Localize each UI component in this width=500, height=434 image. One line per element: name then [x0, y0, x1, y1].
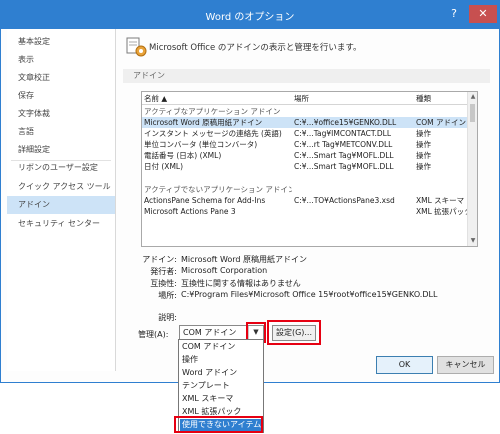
- highlight-frame-disabled-items: [174, 416, 263, 433]
- help-button[interactable]: ?: [443, 5, 465, 23]
- table-cell: C:¥...Smart Tag¥MOFL.DLL: [294, 151, 394, 160]
- detail-value-publisher: Microsoft Corporation: [181, 266, 268, 275]
- table-cell[interactable]: ActionsPane Schema for Add-Ins: [144, 195, 292, 206]
- manage-label: 管理(A):: [138, 330, 169, 339]
- sidebar-item-language[interactable]: 言語: [7, 123, 115, 141]
- table-cell: C:¥...rt Tag¥METCONV.DLL: [294, 140, 393, 149]
- scrollbar-thumb[interactable]: [470, 104, 475, 122]
- table-cell: 操作: [416, 162, 431, 171]
- highlight-frame-go-button: [267, 320, 321, 345]
- dropdown-option-word-addins[interactable]: Word アドイン: [180, 367, 262, 379]
- table-cell: C:¥...Tag¥IMCONTACT.DLL: [294, 129, 392, 138]
- detail-label-publisher: 発行者:: [150, 267, 177, 276]
- addins-list[interactable]: 名前 ▲ 場所 種類 アクティブなアプリケーション アドイン Microsoft…: [141, 91, 478, 247]
- table-cell: C:¥...Smart Tag¥MOFL.DLL: [294, 162, 394, 171]
- sidebar-item-customize-ribbon[interactable]: リボンのユーザー設定: [7, 159, 115, 177]
- detail-value-addin: Microsoft Word 原稿用紙アドイン: [181, 255, 308, 264]
- vertical-scrollbar[interactable]: ▲ ▼: [467, 92, 477, 246]
- dropdown-option-actions[interactable]: 操作: [180, 354, 262, 366]
- table-cell[interactable]: 単位コンバータ (単位コンバータ): [144, 139, 292, 150]
- title-bar[interactable]: Word のオプション ? ✕: [1, 1, 499, 29]
- column-header-location[interactable]: 場所: [294, 93, 412, 104]
- sidebar-item-quick-access-toolbar[interactable]: クイック アクセス ツール バー: [7, 178, 115, 209]
- table-cell[interactable]: Microsoft Actions Pane 3: [144, 206, 292, 217]
- ok-button[interactable]: OK: [376, 356, 433, 374]
- window-title: Word のオプション: [205, 12, 295, 23]
- table-cell: Microsoft Word 原稿用紙アドイン: [144, 118, 263, 127]
- table-cell: COM アドイン: [416, 118, 466, 127]
- detail-label-description: 説明:: [158, 313, 177, 322]
- detail-label-addin: アドイン:: [142, 255, 177, 264]
- table-cell: C:¥...¥office15¥GENKO.DLL: [294, 118, 397, 127]
- cancel-button[interactable]: キャンセル: [437, 356, 494, 374]
- dropdown-option-templates[interactable]: テンプレート: [180, 380, 262, 392]
- table-cell: 操作: [416, 129, 431, 138]
- table-cell: XML スキーマ: [416, 196, 465, 205]
- sidebar-item-typography[interactable]: 文字体裁: [7, 105, 115, 123]
- sidebar: 基本設定 表示 文章校正 保存 文字体裁 言語 詳細設定 リボンのユーザー設定 …: [7, 29, 116, 371]
- scroll-up-icon[interactable]: ▲: [468, 92, 477, 102]
- sidebar-item-general[interactable]: 基本設定: [7, 33, 115, 51]
- column-header-name[interactable]: 名前 ▲: [144, 93, 292, 104]
- table-header: 名前 ▲ 場所 種類: [142, 92, 467, 105]
- table-cell[interactable]: インスタント メッセージの連絡先 (英語): [144, 128, 292, 139]
- detail-value-location: C:¥Program Files¥Microsoft Office 15¥roo…: [181, 290, 438, 299]
- panel-description: Microsoft Office のアドインの表示と管理を行います。: [149, 43, 362, 53]
- detail-label-location: 場所:: [158, 291, 177, 300]
- detail-label-compat: 互換性:: [150, 279, 177, 288]
- group-header-active: アクティブなアプリケーション アドイン: [144, 107, 281, 116]
- sidebar-item-proofing[interactable]: 文章校正: [7, 69, 115, 87]
- addins-panel: Microsoft Office のアドインの表示と管理を行います。 アドイン …: [119, 29, 494, 347]
- dropdown-option-com-addins[interactable]: COM アドイン: [180, 341, 262, 353]
- table-cell: C:¥...TO¥ActionsPane3.xsd: [294, 196, 395, 205]
- table-cell[interactable]: 日付 (XML): [144, 161, 292, 172]
- sidebar-item-display[interactable]: 表示: [7, 51, 115, 69]
- column-header-type[interactable]: 種類: [416, 93, 472, 104]
- sidebar-item-save[interactable]: 保存: [7, 87, 115, 105]
- options-dialog: Word のオプション ? ✕ 基本設定 表示 文章校正 保存 文字体裁 言語 …: [0, 0, 500, 383]
- sidebar-item-addins[interactable]: アドイン: [7, 196, 115, 214]
- table-cell[interactable]: 電話番号 (日本) (XML): [144, 150, 292, 161]
- dropdown-option-xml-schemas[interactable]: XML スキーマ: [180, 393, 262, 405]
- sidebar-item-advanced[interactable]: 詳細設定: [7, 141, 115, 159]
- detail-value-compat: 互換性に関する情報はありません: [181, 279, 301, 288]
- sidebar-item-trust-center[interactable]: セキュリティ センター: [7, 215, 115, 233]
- addins-gear-icon: [126, 37, 147, 57]
- close-button[interactable]: ✕: [469, 5, 497, 23]
- group-header-inactive: アクティブでないアプリケーション アドイン: [144, 185, 292, 194]
- section-header-addins: アドイン: [123, 69, 490, 83]
- table-cell: 操作: [416, 151, 431, 160]
- scroll-down-icon[interactable]: ▼: [468, 236, 477, 246]
- table-cell: 操作: [416, 140, 431, 149]
- table-cell: XML 拡張パック: [416, 207, 472, 216]
